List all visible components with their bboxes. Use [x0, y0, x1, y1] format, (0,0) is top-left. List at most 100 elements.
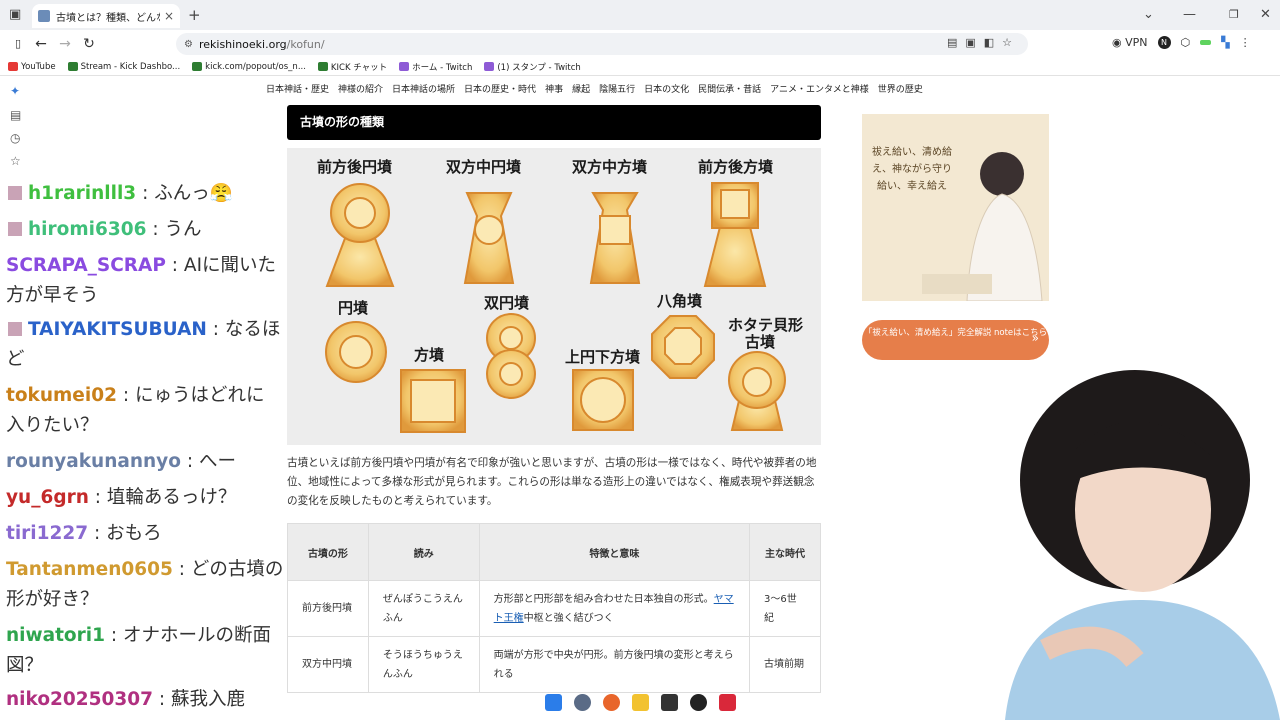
chat-message: yu_6grn : 埴輪あるっけ？ [6, 487, 237, 508]
avatar [6, 320, 24, 338]
chat-message-continued: 入りたい？ [6, 410, 99, 441]
profile-avatar[interactable]: N [1157, 36, 1171, 49]
chat-message: TAIYAKITSUBUAN : なるほ [6, 314, 280, 345]
close-tab-icon[interactable]: × [164, 9, 174, 23]
chat-username: Tantanmen0605 [6, 559, 173, 580]
chat-message: hiromi6306 : うん [6, 214, 201, 245]
cell-shape: 双方中円墳 [287, 636, 369, 693]
bookmark-label: (1) スタンプ - Twitch [497, 62, 581, 73]
menu-item[interactable]: 日本の歴史・時代 [464, 82, 536, 95]
sparkle-icon[interactable]: ✦ [10, 84, 20, 98]
label-hotate-2: 古墳 [745, 333, 776, 351]
menu-item[interactable]: 日本の文化 [644, 82, 689, 95]
bookmark-twitch-home[interactable]: ホーム - Twitch [399, 61, 472, 73]
section-heading: 古墳の形の種類 [287, 105, 821, 140]
vpn-icon: ◉ [1112, 36, 1122, 49]
youtube-icon [8, 62, 18, 71]
bookmark-kick-dashboard[interactable]: Stream - Kick Dashbo... [67, 62, 180, 72]
menu-item[interactable]: 世界の歴史 [878, 82, 923, 95]
bookmark-kick-chat[interactable]: KICK チャット [317, 61, 387, 73]
chat-text: へー [198, 451, 236, 472]
bookmark-kick-popout[interactable]: kick.com/popout/os_n... [192, 62, 306, 72]
kofun-shapes-figure: 前方後円墳 双方中円墳 双方中方墳 前方後方墳 円墳 方墳 双円墳 八角墳 上円… [287, 148, 821, 445]
menu-item[interactable]: 日本神話・歴史 [266, 82, 329, 95]
chat-text: 図？ [6, 655, 44, 676]
extension-blue-icon[interactable]: ▚ [1221, 36, 1229, 49]
minimize-icon[interactable]: — [1183, 0, 1196, 30]
feature-text: 方形部と円形部を組み合わせた日本独自の形式。 [493, 593, 714, 605]
menu-item[interactable]: 神事 [545, 82, 563, 95]
chat-username: tokumei02 [6, 385, 117, 406]
chat-text: うん [164, 219, 202, 240]
reload-icon[interactable]: ↻ [79, 34, 99, 54]
menu-item[interactable]: 陰陽五行 [599, 82, 635, 95]
chat-message: SCRAPA_SCRAP : AIに聞いた [6, 255, 277, 276]
kofun-table: 古墳の形 読み 特徴と意味 主な時代 前方後円墳 ぜんぽうこうえんふん 方形部と… [287, 523, 821, 693]
chat-text: ふんっ😤 [154, 183, 233, 204]
bookmark-label: ホーム - Twitch [412, 62, 473, 73]
chat-text: 方が早そう [6, 285, 99, 306]
forward-icon[interactable]: → [55, 34, 75, 54]
new-tab-icon[interactable]: + [188, 0, 201, 30]
settings-icon[interactable] [574, 694, 591, 711]
address-bar-actions[interactable]: ▤▣◧☆ [947, 36, 1020, 49]
restore-icon[interactable]: ❐ [1229, 0, 1239, 30]
vpn-button[interactable]: ◉ VPN [1112, 36, 1148, 49]
extension-toolbar: ◉ VPN N ⬡ ▚ ⋮ [1112, 36, 1251, 49]
menu-item[interactable]: 神様の紹介 [338, 82, 383, 95]
chat-message-continued: 図？ [6, 650, 43, 681]
screen: { "browser": { "tab_title": "古墳とは？種類、どんな… [0, 0, 1280, 720]
menu-icon[interactable]: ⋮ [1240, 36, 1251, 49]
chat-text: どの古墳の [190, 559, 284, 580]
ad-text: 祓え給い、清め給え、神ながら守り給い、幸え給え [872, 147, 952, 192]
url-host: rekishinoeki.org [198, 37, 287, 51]
col-header-reading: 読み [367, 523, 480, 581]
chat-message: tiri1227 : おもろ [6, 523, 162, 544]
site-menu: 日本神話・歴史 神様の紹介 日本神話の場所 日本の歴史・時代 神事 縁起 陰陽五… [266, 82, 923, 95]
avatar [6, 220, 24, 238]
obs-icon[interactable] [690, 694, 707, 711]
menu-item[interactable]: 民間伝承・昔話 [698, 82, 761, 95]
chat-text: AIに聞いた [183, 255, 277, 276]
browser-tab[interactable]: 古墳とは？種類、どんな風に作り、 × [32, 4, 180, 28]
start-icon[interactable] [545, 694, 562, 711]
url-path: /kofun/ [286, 37, 325, 51]
cell-shape: 前方後円墳 [287, 580, 369, 637]
file-explorer-icon[interactable] [632, 694, 649, 711]
sidebar-ad-banner[interactable]: 祓え給い、清め給え、神ながら守り給い、幸え給え [862, 114, 1049, 301]
menu-item[interactable]: 縁起 [572, 82, 590, 95]
site-info-icon[interactable]: ⚙ [184, 39, 193, 50]
close-window-icon[interactable]: ✕ [1260, 0, 1271, 30]
note-cta-button[interactable]: 「祓え給い、清め給え」完全解説 noteはこちら » [862, 320, 1049, 360]
extensions-icon[interactable]: ⬡ [1181, 36, 1191, 49]
bookmark-twitch-stamps[interactable]: (1) スタンプ - Twitch [484, 61, 581, 73]
feature-text: 中枢と強く結びつく [523, 612, 614, 624]
chat-username: hiromi6306 [28, 219, 147, 240]
cell-feature: 両端が方形で中央が円形。前方後円墳の変形と考えられる [478, 636, 751, 693]
tab-title: 古墳とは？種類、どんな風に作り、 [56, 12, 160, 24]
back-icon[interactable]: ← [31, 34, 51, 54]
label-soho-chuho: 双方中方墳 [572, 158, 648, 176]
kick-icon [67, 62, 78, 71]
label-hakkaku: 八角墳 [657, 292, 703, 310]
bookmark-youtube[interactable]: YouTube [8, 62, 56, 72]
bookmark-star-icon[interactable]: ☆ [10, 154, 21, 168]
firefox-icon[interactable] [603, 694, 620, 711]
chat-username: niko20250307 [6, 689, 154, 710]
cell-era: 古墳前期 [749, 636, 821, 693]
chat-username: SCRAPA_SCRAP [6, 255, 166, 276]
reader-icon[interactable]: ▤ [10, 108, 21, 122]
address-bar[interactable]: ⚙ rekishinoeki.org /kofun/ ▤▣◧☆ [176, 33, 1028, 55]
menu-item[interactable]: アニメ・エンタメと神様 [770, 82, 869, 95]
app-icon[interactable] [661, 694, 678, 711]
cell-feature: 方形部と円形部を組み合わせた日本独自の形式。ヤマト王権中枢と強く結びつく [478, 580, 751, 637]
record-icon[interactable] [719, 694, 736, 711]
history-icon[interactable]: ◷ [10, 131, 20, 145]
sidebar-toggle-icon[interactable]: ▯ [8, 34, 28, 54]
tab-bar: ▣ 古墳とは？種類、どんな風に作り、 × + ⌄ — ❐ ✕ [0, 0, 1280, 30]
kick-icon [317, 62, 328, 71]
tab-actions-icon[interactable]: ▣ [9, 0, 21, 30]
tab-list-icon[interactable]: ⌄ [1143, 0, 1154, 30]
menu-item[interactable]: 日本神話の場所 [392, 82, 455, 95]
extension-green-icon[interactable] [1200, 40, 1212, 45]
